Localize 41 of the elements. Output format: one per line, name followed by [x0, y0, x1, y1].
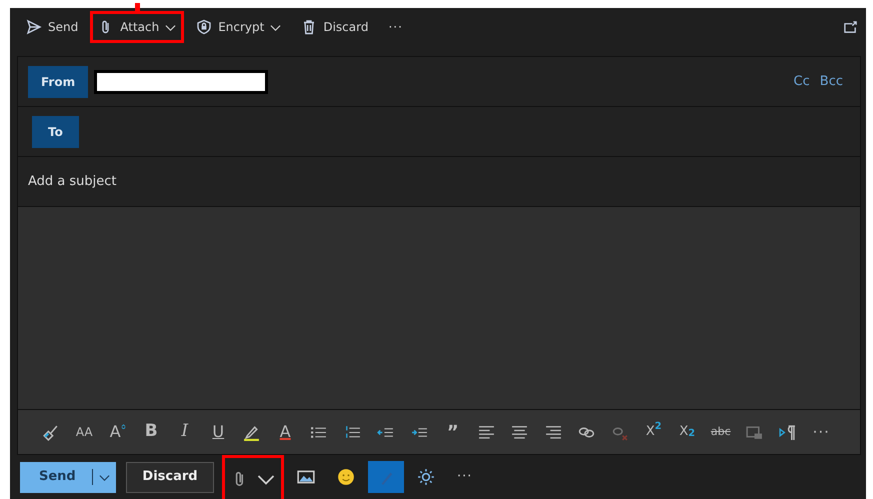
script-button[interactable]: X$^{2}$ [637, 417, 670, 447]
encrypt-button[interactable]: Encrypt [188, 11, 290, 43]
align-right-icon [544, 424, 562, 440]
grow-font-button[interactable]: A [101, 417, 134, 447]
image-icon [746, 424, 763, 440]
strikethrough-button[interactable]: abc [704, 417, 738, 447]
from-button[interactable]: From [28, 66, 88, 98]
to-button[interactable]: To [32, 116, 79, 148]
send-button[interactable]: Send [18, 11, 86, 43]
message-body-field[interactable] [18, 207, 860, 410]
send-icon [26, 19, 42, 35]
more-button[interactable]: ··· [804, 417, 838, 447]
bold-button[interactable]: B [134, 417, 168, 447]
discard-button[interactable]: Discard [293, 11, 376, 43]
highlighter-icon [243, 424, 260, 440]
bcc-link[interactable]: Bcc [814, 72, 848, 92]
font-size-button[interactable]: AA [68, 417, 101, 447]
more-button[interactable]: ··· [380, 11, 411, 43]
discard-button[interactable]: Discard [126, 462, 214, 492]
pop-out-icon[interactable] [843, 20, 858, 34]
quote-button[interactable]: ” [436, 417, 470, 447]
underline-button[interactable]: U [202, 417, 235, 447]
more-button[interactable]: ··· [448, 455, 482, 499]
paintbrush-icon [42, 424, 60, 440]
align-left-icon [478, 424, 495, 440]
paragraph-direction-icon [779, 424, 796, 440]
script-button[interactable]: X$_{2}$ [670, 417, 704, 447]
sun-icon [417, 468, 435, 486]
italic-button[interactable]: I [168, 417, 202, 447]
attach-button[interactable]: Attach [90, 11, 184, 43]
paperclip-button[interactable] [222, 455, 284, 499]
cc-link[interactable]: Cc [788, 72, 815, 92]
shield-icon [196, 19, 212, 35]
caret-icon [120, 424, 126, 429]
numbered-list-icon [344, 424, 361, 440]
image-icon [297, 468, 315, 486]
send-button[interactable]: Send [20, 462, 116, 492]
font-color-button[interactable]: A [268, 417, 302, 447]
subject-field[interactable]: Add a subject [28, 172, 848, 192]
align-center-icon [511, 424, 528, 440]
smiley-icon [337, 468, 355, 486]
